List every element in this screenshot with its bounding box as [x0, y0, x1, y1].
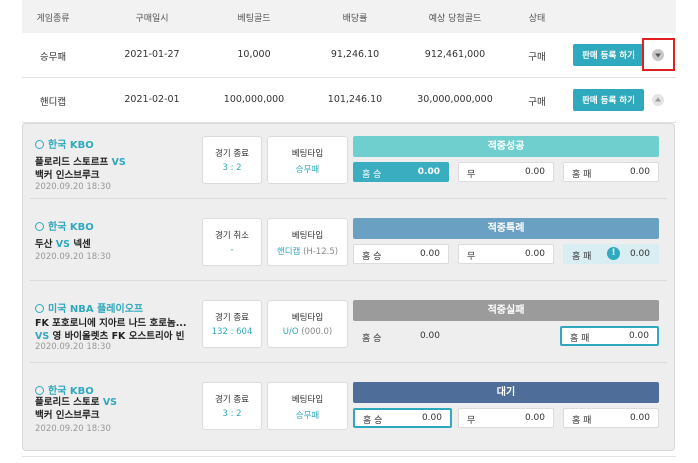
- collapse-toggle[interactable]: [652, 94, 664, 106]
- expected-gold: 30,000,000,000: [417, 94, 493, 105]
- score: 3 : 2: [222, 409, 242, 419]
- sell-register-button[interactable]: 판매 등록 하기: [573, 44, 644, 66]
- odds-home-win[interactable]: 홈 승 0.00: [353, 408, 452, 428]
- game-status-box: 경기 종료 3 : 2: [202, 382, 262, 430]
- odds-over[interactable]: 홈 승 0.00: [353, 326, 449, 346]
- game-status: 경기 취소: [215, 231, 249, 241]
- game-type: 핸디캡: [39, 97, 67, 108]
- status: 구매: [528, 97, 546, 108]
- bet-type: 승무패: [295, 411, 320, 421]
- sport-ball-icon: [35, 304, 44, 313]
- result-banner: 적중성공: [353, 136, 659, 157]
- status: 구매: [528, 52, 546, 63]
- odds-home-win[interactable]: 홈 승 0.00: [353, 162, 449, 182]
- match-datetime: 2020.09.20 18:30: [35, 252, 111, 262]
- bet-gold: 10,000: [237, 49, 271, 60]
- team-line: 백커 인스브루크: [35, 410, 100, 421]
- highlight-box: [642, 38, 675, 71]
- table-header: 게임종류 구매일시 베팅골드 배당률 예상 당첨골드 상태: [22, 0, 676, 33]
- score: 132 : 604: [211, 327, 253, 337]
- result-banner: 대기: [353, 382, 659, 403]
- sport-ball-icon: [35, 222, 44, 231]
- team-line: 플로리드 스토르프 VS: [35, 157, 126, 168]
- odds-draw[interactable]: 무 0.00: [458, 408, 554, 428]
- match-card: 한국 KBO 플로리드 스토로 VS 백커 인스브루크 2020.09.20 1…: [30, 370, 667, 444]
- col-expected-gold: 예상 당첨골드: [428, 14, 482, 24]
- odds-draw[interactable]: 무 0.00: [458, 162, 554, 182]
- team-line: VS 영 바이올렛츠 FK 오스트리아 빈: [35, 331, 185, 342]
- warning-icon: !: [607, 247, 620, 260]
- bet-type-label: 베팅타입: [291, 149, 324, 159]
- col-purchase-date: 구매일시: [135, 14, 169, 24]
- team-line: 두산 VS 넥센: [35, 239, 91, 250]
- col-status: 상태: [528, 14, 546, 24]
- league-label: 한국 KBO: [35, 136, 94, 151]
- bet-type-box: 베팅타입 U/O (000.0): [267, 300, 348, 348]
- col-bet-gold: 베팅골드: [237, 14, 271, 24]
- game-type: 승무패: [39, 52, 67, 63]
- bet-type-box: 베팅타입 승무패: [267, 382, 348, 430]
- score: 3 : 2: [222, 163, 242, 173]
- match-card: 한국 KBO 두산 VS 넥센 2020.09.20 18:30 경기 취소 -…: [30, 206, 667, 281]
- bet-type: U/O (000.0): [282, 327, 333, 337]
- result-banner: 적중특례: [353, 218, 659, 239]
- bet-type-label: 베팅타입: [291, 313, 324, 323]
- game-status-box: 경기 종료 132 : 604: [202, 300, 262, 348]
- game-status: 경기 종료: [215, 395, 249, 405]
- game-status: 경기 종료: [215, 313, 249, 323]
- bet-gold: 100,000,000: [223, 94, 285, 105]
- game-status: 경기 종료: [215, 149, 249, 159]
- col-game-type: 게임종류: [36, 14, 70, 24]
- bet-type-label: 베팅타입: [291, 395, 324, 405]
- bet-type-box: 베팅타입 핸디캡 (H-12.5): [267, 218, 348, 266]
- team-line: 백커 인스브루크: [35, 170, 100, 181]
- chevron-up-icon: [655, 97, 661, 102]
- odds-home-lose[interactable]: 홈 패! 0.00: [563, 244, 659, 264]
- league-label: 한국 KBO: [35, 218, 94, 233]
- odds: 101,246.10: [327, 94, 383, 105]
- league-label: 미국 NBA 플레이오프: [35, 300, 143, 315]
- odds-home-win[interactable]: 홈 승 0.00: [353, 244, 449, 264]
- team-line: 플로리드 스토로 VS: [35, 397, 118, 408]
- match-datetime: 2020.09.20 18:30: [35, 342, 111, 352]
- sport-ball-icon: [35, 140, 44, 149]
- bet-type: 핸디캡 (H-12.5): [276, 247, 339, 257]
- bet-type-label: 베팅타입: [291, 231, 324, 241]
- purchase-date: 2021-02-01: [124, 94, 180, 105]
- team-line: FK 포호로니에 지아르 나드 호로놈...: [35, 318, 187, 329]
- game-status-box: 경기 종료 3 : 2: [202, 136, 262, 184]
- odds: 91,246.10: [330, 49, 380, 60]
- match-card: 미국 NBA 플레이오프 FK 포호로니에 지아르 나드 호로놈... VS 영…: [30, 288, 667, 363]
- sell-register-button[interactable]: 판매 등록 하기: [573, 89, 644, 111]
- match-datetime: 2020.09.20 18:30: [35, 424, 111, 434]
- bet-type: 승무패: [295, 165, 320, 175]
- score: -: [230, 245, 234, 255]
- col-odds: 배당률: [342, 14, 368, 24]
- match-card: 한국 KBO 플로리드 스토르프 VS 백커 인스브루크 2020.09.20 …: [30, 124, 667, 199]
- result-banner: 적중실패: [353, 300, 659, 321]
- odds-draw[interactable]: 무 0.00: [458, 244, 554, 264]
- table-row: 승무패 2021-01-27 10,000 91,246.10 912,461,…: [22, 33, 676, 78]
- bet-detail-panel: 한국 KBO 플로리드 스토르프 VS 백커 인스브루크 2020.09.20 …: [22, 123, 675, 451]
- bet-type-box: 베팅타입 승무패: [267, 136, 348, 184]
- odds-home-lose[interactable]: 홈 패 0.00: [563, 162, 659, 182]
- odds-under[interactable]: 홈 패 0.00: [560, 326, 659, 346]
- game-status-box: 경기 취소 -: [202, 218, 262, 266]
- table-row: 핸디캡 2021-02-01 100,000,000 101,246.10 30…: [22, 78, 676, 123]
- divider: [22, 456, 676, 457]
- purchase-date: 2021-01-27: [124, 49, 180, 60]
- match-datetime: 2020.09.20 18:30: [35, 182, 111, 192]
- expected-gold: 912,461,000: [424, 49, 486, 60]
- odds-home-lose[interactable]: 홈 패 0.00: [563, 408, 659, 428]
